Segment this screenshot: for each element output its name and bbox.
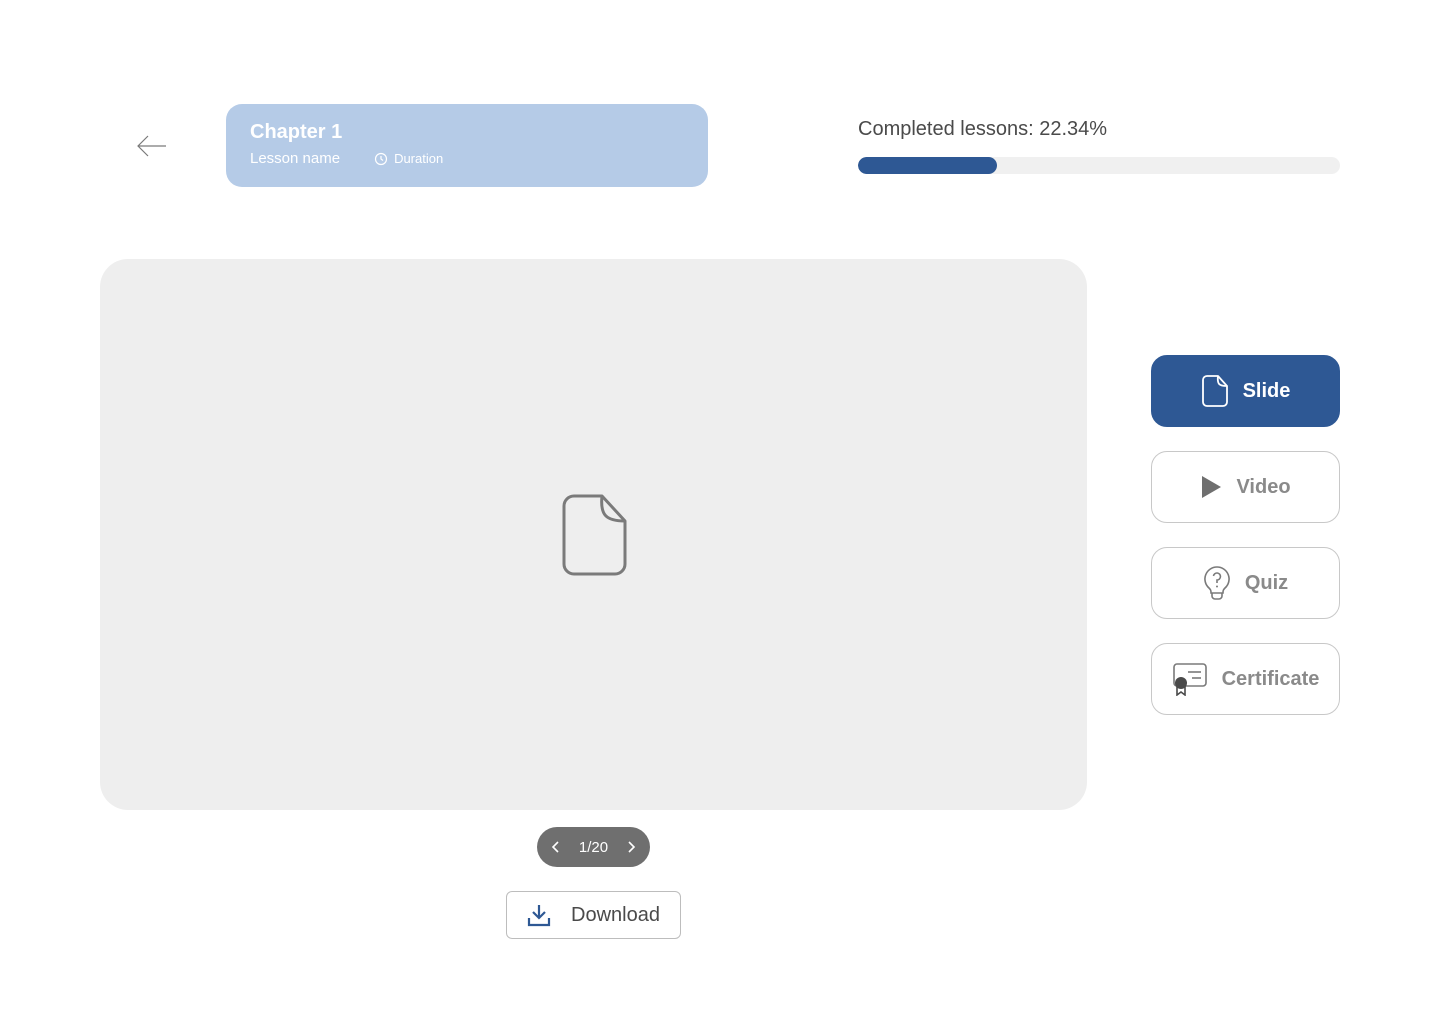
lesson-info-card: Chapter 1 Lesson name Duration <box>226 104 708 187</box>
duration-label: Duration <box>394 151 444 166</box>
duration: Duration <box>374 151 443 166</box>
download-icon <box>527 905 551 927</box>
back-button[interactable] <box>128 126 176 166</box>
chevron-left-icon <box>551 841 559 853</box>
certificate-icon <box>1172 662 1208 696</box>
prev-slide-button[interactable] <box>551 840 561 854</box>
arrow-left-icon <box>137 135 166 157</box>
document-icon <box>562 494 626 575</box>
slide-viewer <box>100 259 1087 810</box>
lesson-page: Chapter 1 Lesson name Duration Completed… <box>0 0 1440 1024</box>
clock-icon <box>374 152 388 165</box>
chevron-right-icon <box>628 841 636 853</box>
certificate-mode-button[interactable]: Certificate <box>1151 643 1340 715</box>
progress-track <box>858 157 1340 174</box>
progress-fill <box>858 157 997 174</box>
lightbulb-question-icon <box>1203 565 1231 601</box>
video-label: Video <box>1236 475 1291 498</box>
progress-label: Completed lessons: 22.34% <box>858 118 1108 140</box>
page-indicator: 1/20 <box>578 838 609 856</box>
slide-label: Slide <box>1242 379 1291 402</box>
slide-mode-button[interactable]: Slide <box>1151 355 1340 427</box>
lesson-name: Lesson name <box>250 150 341 167</box>
certificate-label: Certificate <box>1221 667 1320 690</box>
download-label: Download <box>571 903 660 926</box>
next-slide-button[interactable] <box>626 840 636 854</box>
video-mode-button[interactable]: Video <box>1151 451 1340 523</box>
document-icon <box>1201 374 1229 408</box>
quiz-label: Quiz <box>1244 571 1289 594</box>
slide-pager: 1/20 <box>537 827 650 867</box>
progress-section: Completed lessons: 22.34% <box>858 117 1340 174</box>
play-icon <box>1200 475 1222 499</box>
quiz-mode-button[interactable]: Quiz <box>1151 547 1340 619</box>
lesson-meta: Lesson name Duration <box>250 150 684 167</box>
download-button[interactable]: Download <box>506 891 681 939</box>
chapter-title: Chapter 1 <box>250 121 343 143</box>
